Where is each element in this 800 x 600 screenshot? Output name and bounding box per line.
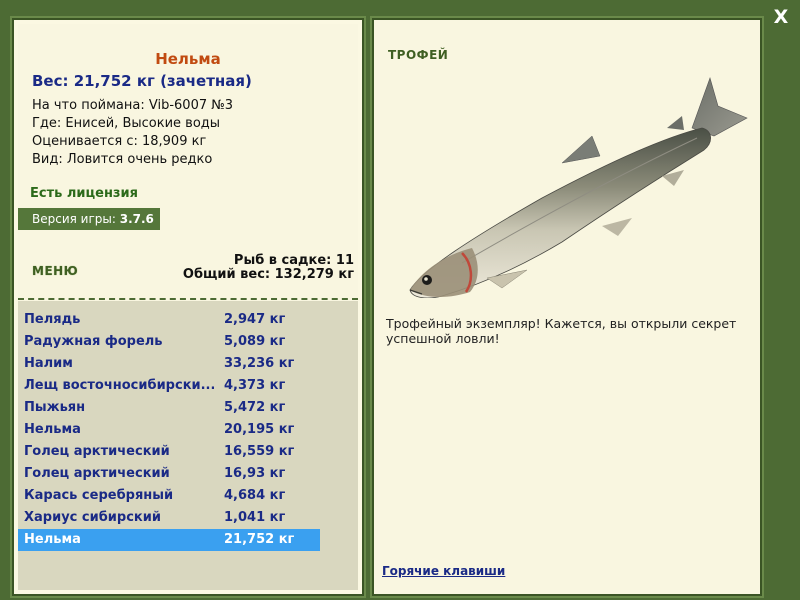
keepnet-summary: Рыб в садке: 11 Общий вес: 132,279 кг [183, 254, 354, 282]
catch-list-item[interactable]: Голец арктический 16,93 кг [18, 463, 320, 485]
catch-list-item[interactable]: Лещ восточносибирски... 4,373 кг [18, 375, 320, 397]
catch-item-weight: 1,041 кг [224, 510, 286, 525]
catch-item-weight: 2,947 кг [224, 312, 286, 327]
version-value: 3.7.6 [119, 212, 154, 226]
catch-list-item[interactable]: Пыжьян 5,472 кг [18, 397, 320, 419]
catch-panel-inner: Нельма Вес: 21,752 кг (зачетная) На что … [18, 24, 358, 590]
trophy-message: Трофейный экземпляр! Кажется, вы открыли… [386, 316, 737, 346]
catch-item-weight: 16,559 кг [224, 444, 295, 459]
catch-item-weight: 5,089 кг [224, 334, 286, 349]
catch-list-item[interactable]: Хариус сибирский 1,041 кг [18, 507, 320, 529]
catch-list-item[interactable]: Нельма 21,752 кг [18, 529, 320, 551]
game-version: Версия игры: 3.7.6 [18, 208, 160, 230]
catch-item-name: Лещ восточносибирски... [24, 378, 214, 393]
keepnet-count: Рыб в садке: 11 [233, 253, 354, 268]
keepnet-total-weight: Общий вес: 132,279 кг [182, 267, 354, 282]
location-info: Где: Енисей, Высокие воды [32, 116, 221, 131]
bait-info: На что поймана: Vib-6007 №3 [32, 98, 234, 113]
hotkeys-link[interactable]: Горячие клавиши [382, 564, 505, 578]
fish-weight: Вес: 21,752 кг (зачетная) [32, 72, 252, 90]
catch-item-weight: 33,236 кг [224, 356, 295, 371]
catch-item-weight: 5,472 кг [224, 400, 286, 415]
catch-list-item[interactable]: Налим 33,236 кг [18, 353, 320, 375]
fish-name-title: Нельма [155, 50, 221, 68]
catch-item-name: Нельма [24, 422, 81, 437]
catch-item-name: Нельма [24, 532, 81, 547]
catch-item-name: Пелядь [24, 312, 81, 327]
catch-panel: Нельма Вес: 21,752 кг (зачетная) На что … [10, 16, 366, 598]
catch-item-weight: 4,373 кг [224, 378, 286, 393]
catch-item-name: Пыжьян [24, 400, 86, 415]
catch-item-name: Голец арктический [24, 444, 170, 459]
catch-item-weight: 16,93 кг [224, 466, 286, 481]
catch-item-weight: 4,684 кг [224, 488, 286, 503]
catch-item-weight: 21,752 кг [224, 532, 295, 547]
catch-list: Пелядь 2,947 кг Радужная форель 5,089 кг Нал… [18, 301, 358, 590]
catch-list-item[interactable]: Карась серебряный 4,684 кг [18, 485, 320, 507]
catch-item-name: Хариус сибирский [24, 510, 161, 525]
version-label: Версия игры: [32, 212, 116, 226]
catch-list-item[interactable]: Голец арктический 16,559 кг [18, 441, 320, 463]
close-button[interactable]: X [770, 6, 792, 28]
catch-list-item[interactable]: Радужная форель 5,089 кг [18, 331, 320, 353]
trophy-panel: ТРОФЕЙ Трофейный экземпляр! Кажется, вы … [370, 16, 764, 598]
fish-info-window: X Нельма Вес: 21,752 кг (зачетная) На чт… [0, 0, 800, 600]
catch-item-weight: 20,195 кг [224, 422, 295, 437]
catch-item-name: Налим [24, 356, 73, 371]
catch-item-name: Голец арктический [24, 466, 170, 481]
catch-list-item[interactable]: Нельма 20,195 кг [18, 419, 320, 441]
rarity-info: Вид: Ловится очень редко [32, 152, 213, 167]
rating-threshold-info: Оценивается с: 18,909 кг [32, 134, 207, 149]
menu-button[interactable]: МЕНЮ [32, 264, 78, 278]
license-status: Есть лицензия [30, 186, 138, 201]
catch-item-name: Карась серебряный [24, 488, 174, 503]
catch-list-item[interactable]: Пелядь 2,947 кг [18, 309, 320, 331]
divider [18, 298, 358, 300]
fish-image [409, 77, 748, 298]
catch-item-name: Радужная форель [24, 334, 163, 349]
